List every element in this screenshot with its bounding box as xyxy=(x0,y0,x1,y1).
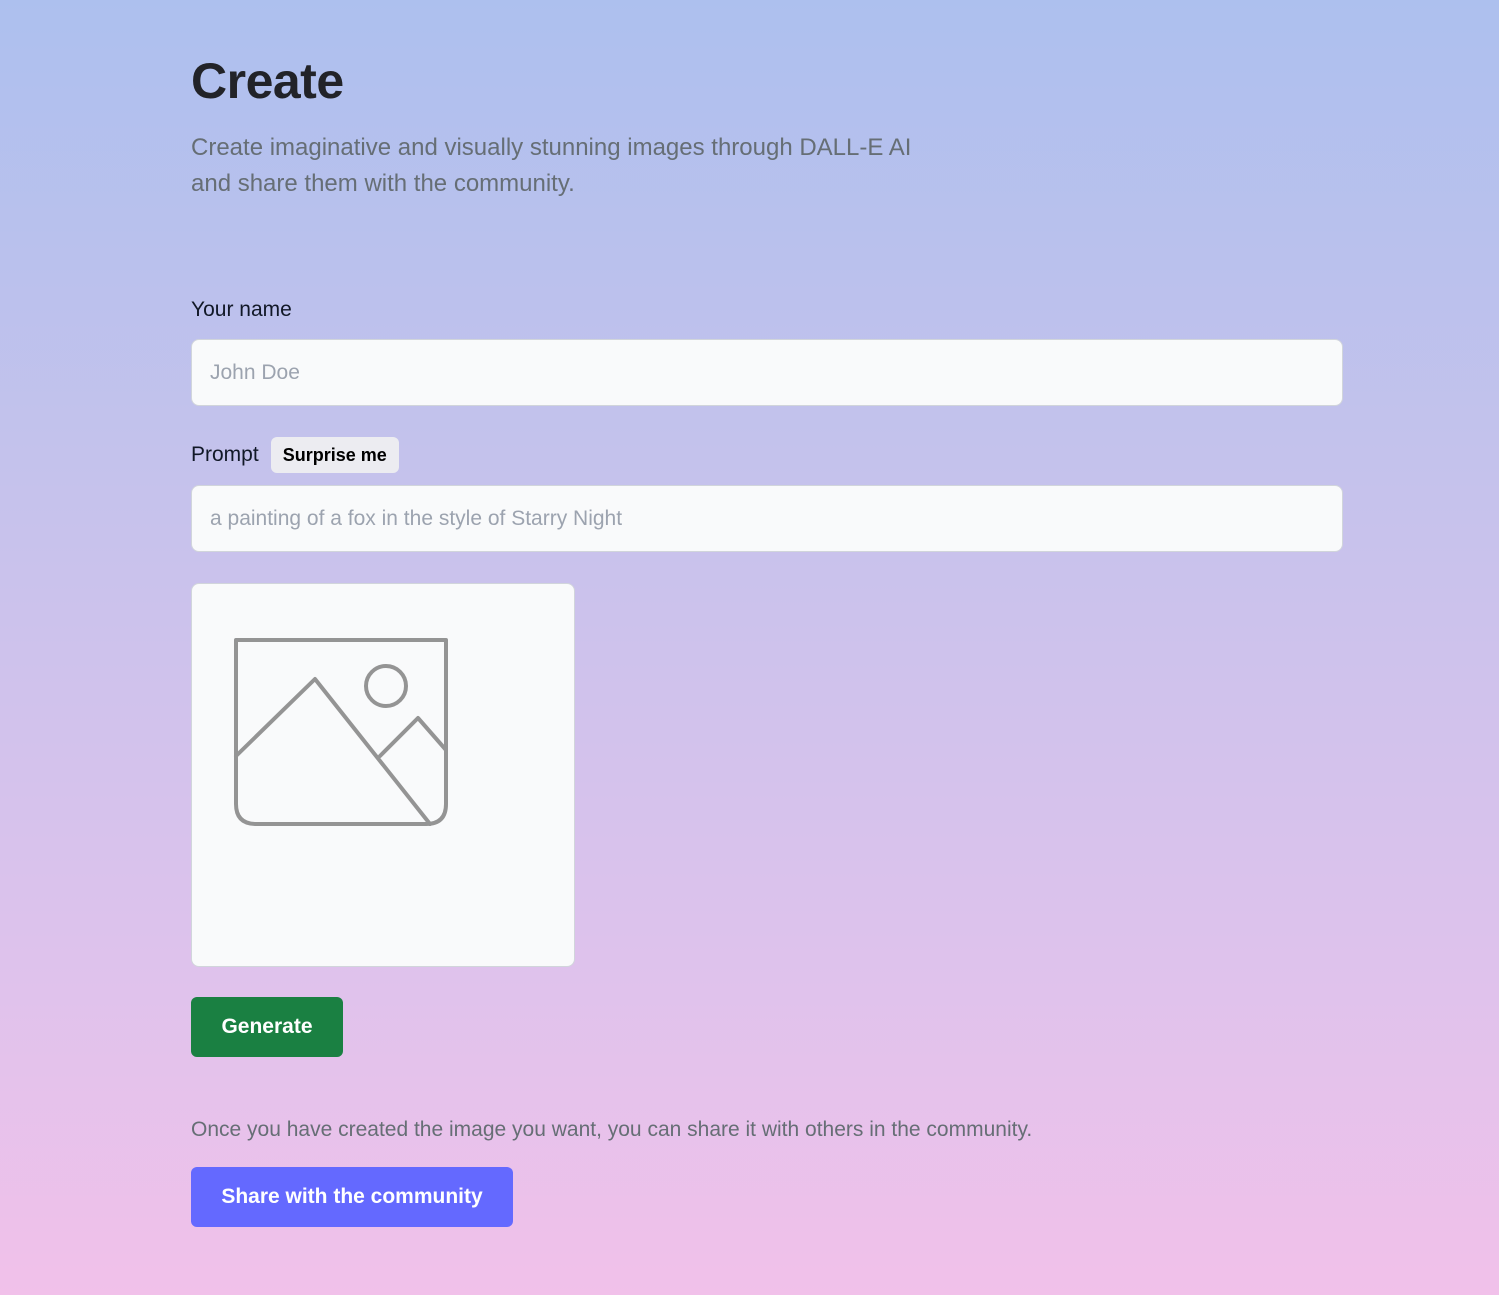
name-input[interactable] xyxy=(191,339,1343,406)
prompt-label: Prompt xyxy=(191,443,259,466)
share-with-community-button[interactable]: Share with the community xyxy=(191,1167,513,1227)
generate-button[interactable]: Generate xyxy=(191,997,343,1057)
surprise-me-button[interactable]: Surprise me xyxy=(270,437,399,473)
image-preview xyxy=(191,583,575,967)
share-note: Once you have created the image you want… xyxy=(191,1118,1033,1141)
prompt-label-row: Prompt Surprise me xyxy=(191,437,399,473)
page-subtitle: Create imaginative and visually stunning… xyxy=(191,134,912,197)
prompt-input[interactable] xyxy=(191,485,1343,552)
image-placeholder-icon xyxy=(234,638,448,826)
name-label: Your name xyxy=(191,298,292,321)
page-title: Create xyxy=(191,53,344,109)
